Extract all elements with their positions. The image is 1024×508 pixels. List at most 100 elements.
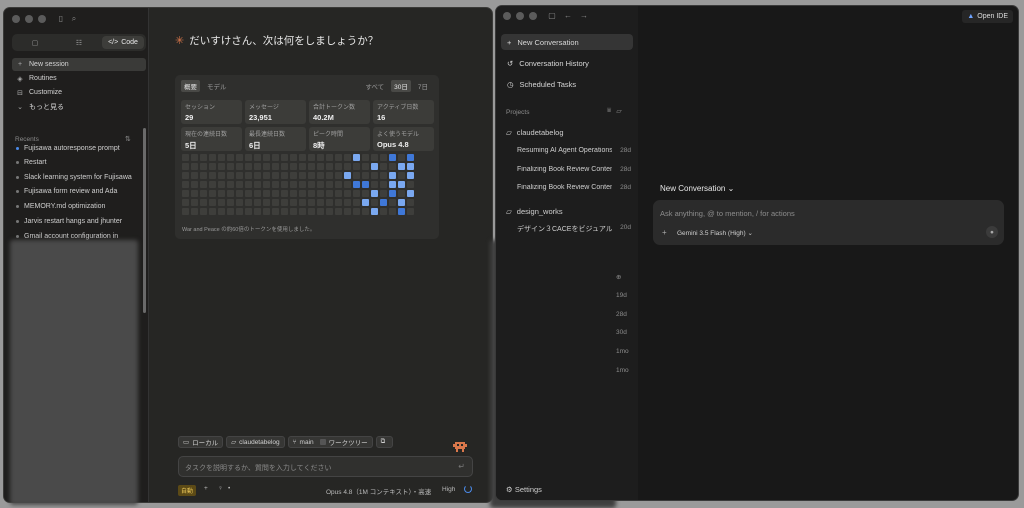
nav-label: Customize bbox=[29, 89, 63, 96]
conversation-item[interactable]: デザイン３CACEをビジュアル 20d bbox=[517, 224, 631, 234]
conversation-item[interactable]: Resuming AI Agent Operations 28d bbox=[517, 147, 631, 154]
heatmap-cell bbox=[407, 163, 414, 170]
code-mode-button[interactable]: </> Code bbox=[102, 36, 144, 49]
chevron-down-icon: ⌄ bbox=[747, 230, 753, 237]
new-conversation-button[interactable]: + New Conversation bbox=[501, 34, 633, 50]
range-7d[interactable]: 7日 bbox=[415, 80, 431, 92]
heatmap-cell bbox=[407, 190, 414, 197]
local-chip[interactable]: ▭ ローカル bbox=[178, 436, 224, 448]
prompt-input[interactable]: タスクを説明するか、質問を入力してください ↵ bbox=[178, 456, 473, 477]
heatmap-cell bbox=[344, 181, 351, 188]
plus-icon: + bbox=[17, 61, 23, 68]
project-design-works[interactable]: ▱ design_works bbox=[506, 207, 563, 216]
add-context-icon[interactable]: + bbox=[662, 228, 667, 237]
more-item[interactable]: ⌄ もっと見る bbox=[12, 100, 146, 113]
conversation-item[interactable]: Finalizing Book Review Content 28d bbox=[517, 184, 631, 191]
recent-item[interactable]: Restart bbox=[16, 156, 141, 168]
conversation-title-dropdown[interactable]: New Conversation ⌄ bbox=[660, 184, 734, 193]
recent-item[interactable]: Jarvis restart hangs and jhunter bbox=[16, 215, 141, 227]
mic-icon[interactable]: ♀ bbox=[218, 485, 223, 492]
heatmap-cell bbox=[308, 181, 315, 188]
sidebar-scrollbar[interactable] bbox=[143, 128, 146, 313]
heatmap-cell bbox=[281, 172, 288, 179]
close-window-button[interactable] bbox=[503, 12, 511, 20]
tab-models[interactable]: モデル bbox=[204, 80, 230, 92]
heatmap-cell bbox=[362, 199, 369, 206]
auto-mode-badge[interactable]: 自動 bbox=[178, 485, 197, 496]
projects-tools: ⩸ ▱ bbox=[607, 107, 622, 115]
heatmap-cell bbox=[263, 208, 270, 215]
heatmap-cell bbox=[245, 172, 252, 179]
heatmap-cell bbox=[380, 208, 387, 215]
nav-label: Routines bbox=[29, 75, 57, 82]
heatmap-cell bbox=[308, 199, 315, 206]
heatmap-cell bbox=[326, 208, 333, 215]
dot-icon bbox=[16, 189, 19, 193]
model-selector[interactable]: Opus 4.8（1M コンテキスト）・高速 bbox=[326, 486, 431, 496]
heatmap-cell bbox=[227, 190, 234, 197]
maximize-window-button[interactable] bbox=[529, 12, 537, 20]
conversation-history-item[interactable]: ↺ Conversation History bbox=[501, 55, 633, 71]
enter-icon[interactable]: ↵ bbox=[458, 462, 465, 471]
range-30d[interactable]: 30日 bbox=[391, 80, 411, 92]
filter-icon[interactable]: ⩸ bbox=[607, 107, 611, 115]
heatmap-cell bbox=[407, 199, 414, 206]
close-window-button[interactable] bbox=[12, 15, 20, 23]
heatmap-cell bbox=[299, 181, 306, 188]
add-icon[interactable]: + bbox=[204, 485, 208, 492]
heatmap-cell bbox=[218, 172, 225, 179]
branch-chip[interactable]: ⑂ main ワークツリー bbox=[287, 436, 373, 448]
new-session-item[interactable]: + New session bbox=[12, 58, 146, 71]
heatmap-cell bbox=[236, 181, 243, 188]
chat-placeholder: Ask anything, @ to mention, / for action… bbox=[660, 209, 795, 218]
tasks-mode-button[interactable]: ☷ bbox=[58, 36, 100, 49]
search-icon[interactable]: ⌕ bbox=[69, 14, 79, 24]
back-arrow-icon[interactable]: ← bbox=[563, 11, 573, 21]
recent-item[interactable]: Slack learning system for Fujisawa bbox=[16, 171, 141, 183]
heatmap-cell bbox=[245, 208, 252, 215]
range-all[interactable]: すべて bbox=[362, 80, 387, 92]
minimize-window-button[interactable] bbox=[516, 12, 524, 20]
heatmap-cell bbox=[326, 172, 333, 179]
sidebar-toggle-icon[interactable]: ▯ bbox=[56, 14, 66, 24]
heatmap-cell bbox=[227, 208, 234, 215]
heatmap-cell bbox=[254, 181, 261, 188]
microphone-icon[interactable]: ● bbox=[986, 226, 998, 238]
recent-item[interactable]: Fujisawa form review and Ada bbox=[16, 185, 141, 197]
heatmap-cell bbox=[200, 172, 207, 179]
attach-chip[interactable]: ⧉ bbox=[375, 436, 394, 448]
effort-selector[interactable]: High bbox=[442, 486, 455, 493]
chat-input-box[interactable]: Ask anything, @ to mention, / for action… bbox=[653, 200, 1004, 245]
heatmap-cell bbox=[353, 163, 360, 170]
maximize-window-button[interactable] bbox=[38, 15, 46, 23]
attach-icon: ⧉ bbox=[380, 438, 386, 445]
folder-chip[interactable]: ▱ claudetabelog bbox=[226, 436, 285, 448]
sidebar-toggle-icon[interactable]: ▢ bbox=[547, 11, 557, 21]
recent-item[interactable]: MEMORY.md optimization bbox=[16, 200, 141, 212]
chat-mode-button[interactable]: ▢ bbox=[14, 36, 56, 49]
progress-ring-icon bbox=[464, 485, 472, 493]
forward-arrow-icon[interactable]: → bbox=[579, 11, 589, 21]
heatmap-cell bbox=[335, 172, 342, 179]
project-claudetabelog[interactable]: ▱ claudetabelog bbox=[506, 128, 564, 137]
routines-item[interactable]: ◈ Routines bbox=[12, 72, 146, 85]
heatmap-cell bbox=[218, 208, 225, 215]
conversation-item[interactable]: Finalizing Book Review Content 28d bbox=[517, 166, 631, 173]
usage-note: War and Peace の約60倍のトークンを使用しました。 bbox=[182, 227, 316, 233]
heatmap-cell bbox=[344, 190, 351, 197]
tab-overview[interactable]: 概要 bbox=[181, 80, 200, 92]
projects-title: Projects bbox=[506, 109, 530, 116]
settings-item[interactable]: ⚙ Settings bbox=[506, 485, 542, 494]
context-chips: ▭ ローカル ▱ claudetabelog ⑂ main ワークツリー ⧉ bbox=[178, 436, 394, 448]
model-selector[interactable]: Gemini 3.5 Flash (High) ⌄ bbox=[677, 229, 753, 237]
minimize-window-button[interactable] bbox=[25, 15, 33, 23]
nav-label: New session bbox=[29, 61, 69, 68]
scheduled-tasks-item[interactable]: ◷ Scheduled Tasks bbox=[501, 76, 633, 92]
open-ide-button[interactable]: ▲ Open IDE bbox=[962, 10, 1013, 23]
new-chat-icon[interactable]: ⊕ bbox=[616, 273, 621, 281]
new-folder-icon[interactable]: ▱ bbox=[616, 107, 621, 115]
customize-item[interactable]: ⊟ Customize bbox=[12, 86, 146, 99]
heatmap-cell bbox=[245, 199, 252, 206]
recent-item[interactable]: Fujisawa autoresponse prompt bbox=[16, 142, 141, 154]
heatmap-cell bbox=[398, 172, 405, 179]
